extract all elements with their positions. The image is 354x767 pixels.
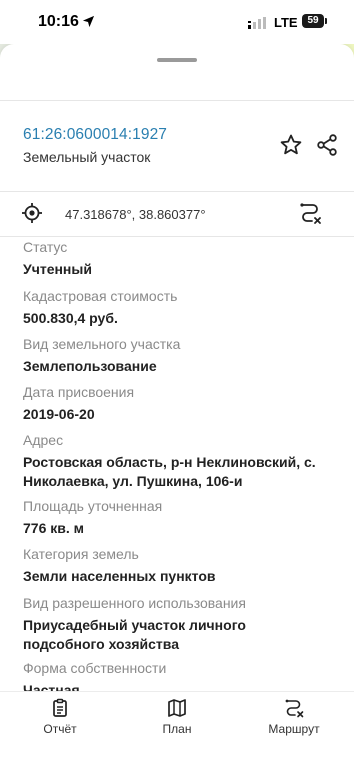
nav-label: Отчёт [43, 722, 77, 736]
report-icon [53, 698, 67, 717]
field-label: Вид разрешенного использования [23, 595, 246, 611]
map-icon [168, 699, 186, 717]
network-type: LTE [274, 15, 298, 30]
route-icon [285, 699, 304, 718]
signal-icon [248, 17, 266, 29]
nav-plan-button[interactable]: План [157, 698, 197, 736]
battery-indicator: 59 [302, 14, 327, 28]
field-value: Земли населенных пунктов [23, 568, 216, 584]
nav-label: План [162, 722, 192, 736]
field-cadastral-value: Кадастровая стоимость 500.830,4 руб. [23, 287, 338, 328]
parcel-details: Статус Учтенный Кадастровая стоимость 50… [0, 236, 354, 698]
field-value: Землепользование [23, 358, 157, 374]
field-label: Адрес [23, 432, 64, 448]
field-label: Форма собственности [23, 660, 167, 676]
nav-report-button[interactable]: Отчёт [40, 698, 80, 736]
permitted-use-line: подсобного хозяйства [23, 636, 179, 652]
field-value: Учтенный [23, 261, 92, 277]
field-parcel-kind: Вид земельного участка Землепользование [23, 335, 338, 376]
nav-route-button[interactable]: Маршрут [262, 698, 326, 736]
divider [0, 100, 354, 101]
parcel-info-sheet: 61:26:0600014:1927 Земельный участок 47.… [0, 44, 354, 767]
favorite-star-icon[interactable] [279, 133, 303, 157]
field-label: Статус [23, 239, 68, 255]
share-icon[interactable] [315, 133, 339, 157]
permitted-use-line: Приусадебный участок личного [23, 617, 246, 633]
field-label: Дата присвоения [23, 384, 135, 400]
address-line: Николаевка, ул. Пушкина, 106-и [23, 473, 243, 489]
field-land-category: Категория земель Земли населенных пункто… [23, 545, 338, 586]
sheet-drag-handle[interactable] [157, 58, 197, 62]
field-value: Ростовская область, р-н Неклиновский, с.… [23, 453, 338, 491]
coordinates-bar: 47.318678°, 38.860377° [0, 191, 354, 237]
status-bar: 10:16 LTE 59 [0, 0, 354, 44]
location-arrow-icon [82, 15, 95, 28]
address-line: Ростовская область, р-н Неклиновский, с. [23, 454, 316, 470]
field-address: Адрес Ростовская область, р-н Неклиновск… [23, 431, 338, 491]
field-value: 2019-06-20 [23, 406, 95, 422]
field-label: Кадастровая стоимость [23, 288, 178, 304]
field-area: Площадь уточненная 776 кв. м [23, 497, 338, 538]
field-permitted-use: Вид разрешенного использования Приусадеб… [23, 594, 338, 654]
field-label: Категория земель [23, 546, 139, 562]
coordinates-text[interactable]: 47.318678°, 38.860377° [65, 207, 206, 222]
cadastral-number[interactable]: 61:26:0600014:1927 [23, 126, 167, 144]
bottom-navigation: Отчёт План Маршрут [0, 691, 354, 767]
field-status: Статус Учтенный [23, 238, 338, 279]
field-value: 776 кв. м [23, 520, 84, 536]
field-label: Вид земельного участка [23, 336, 181, 352]
nav-label: Маршрут [268, 722, 320, 736]
field-assignment-date: Дата присвоения 2019-06-20 [23, 383, 338, 424]
field-value: 500.830,4 руб. [23, 310, 118, 326]
route-icon[interactable] [298, 201, 322, 225]
field-value: Приусадебный участок личного подсобного … [23, 616, 338, 654]
crosshair-target-icon[interactable] [21, 202, 43, 224]
field-label: Площадь уточненная [23, 498, 163, 514]
parcel-type: Земельный участок [23, 149, 151, 165]
status-time: 10:16 [38, 13, 79, 30]
